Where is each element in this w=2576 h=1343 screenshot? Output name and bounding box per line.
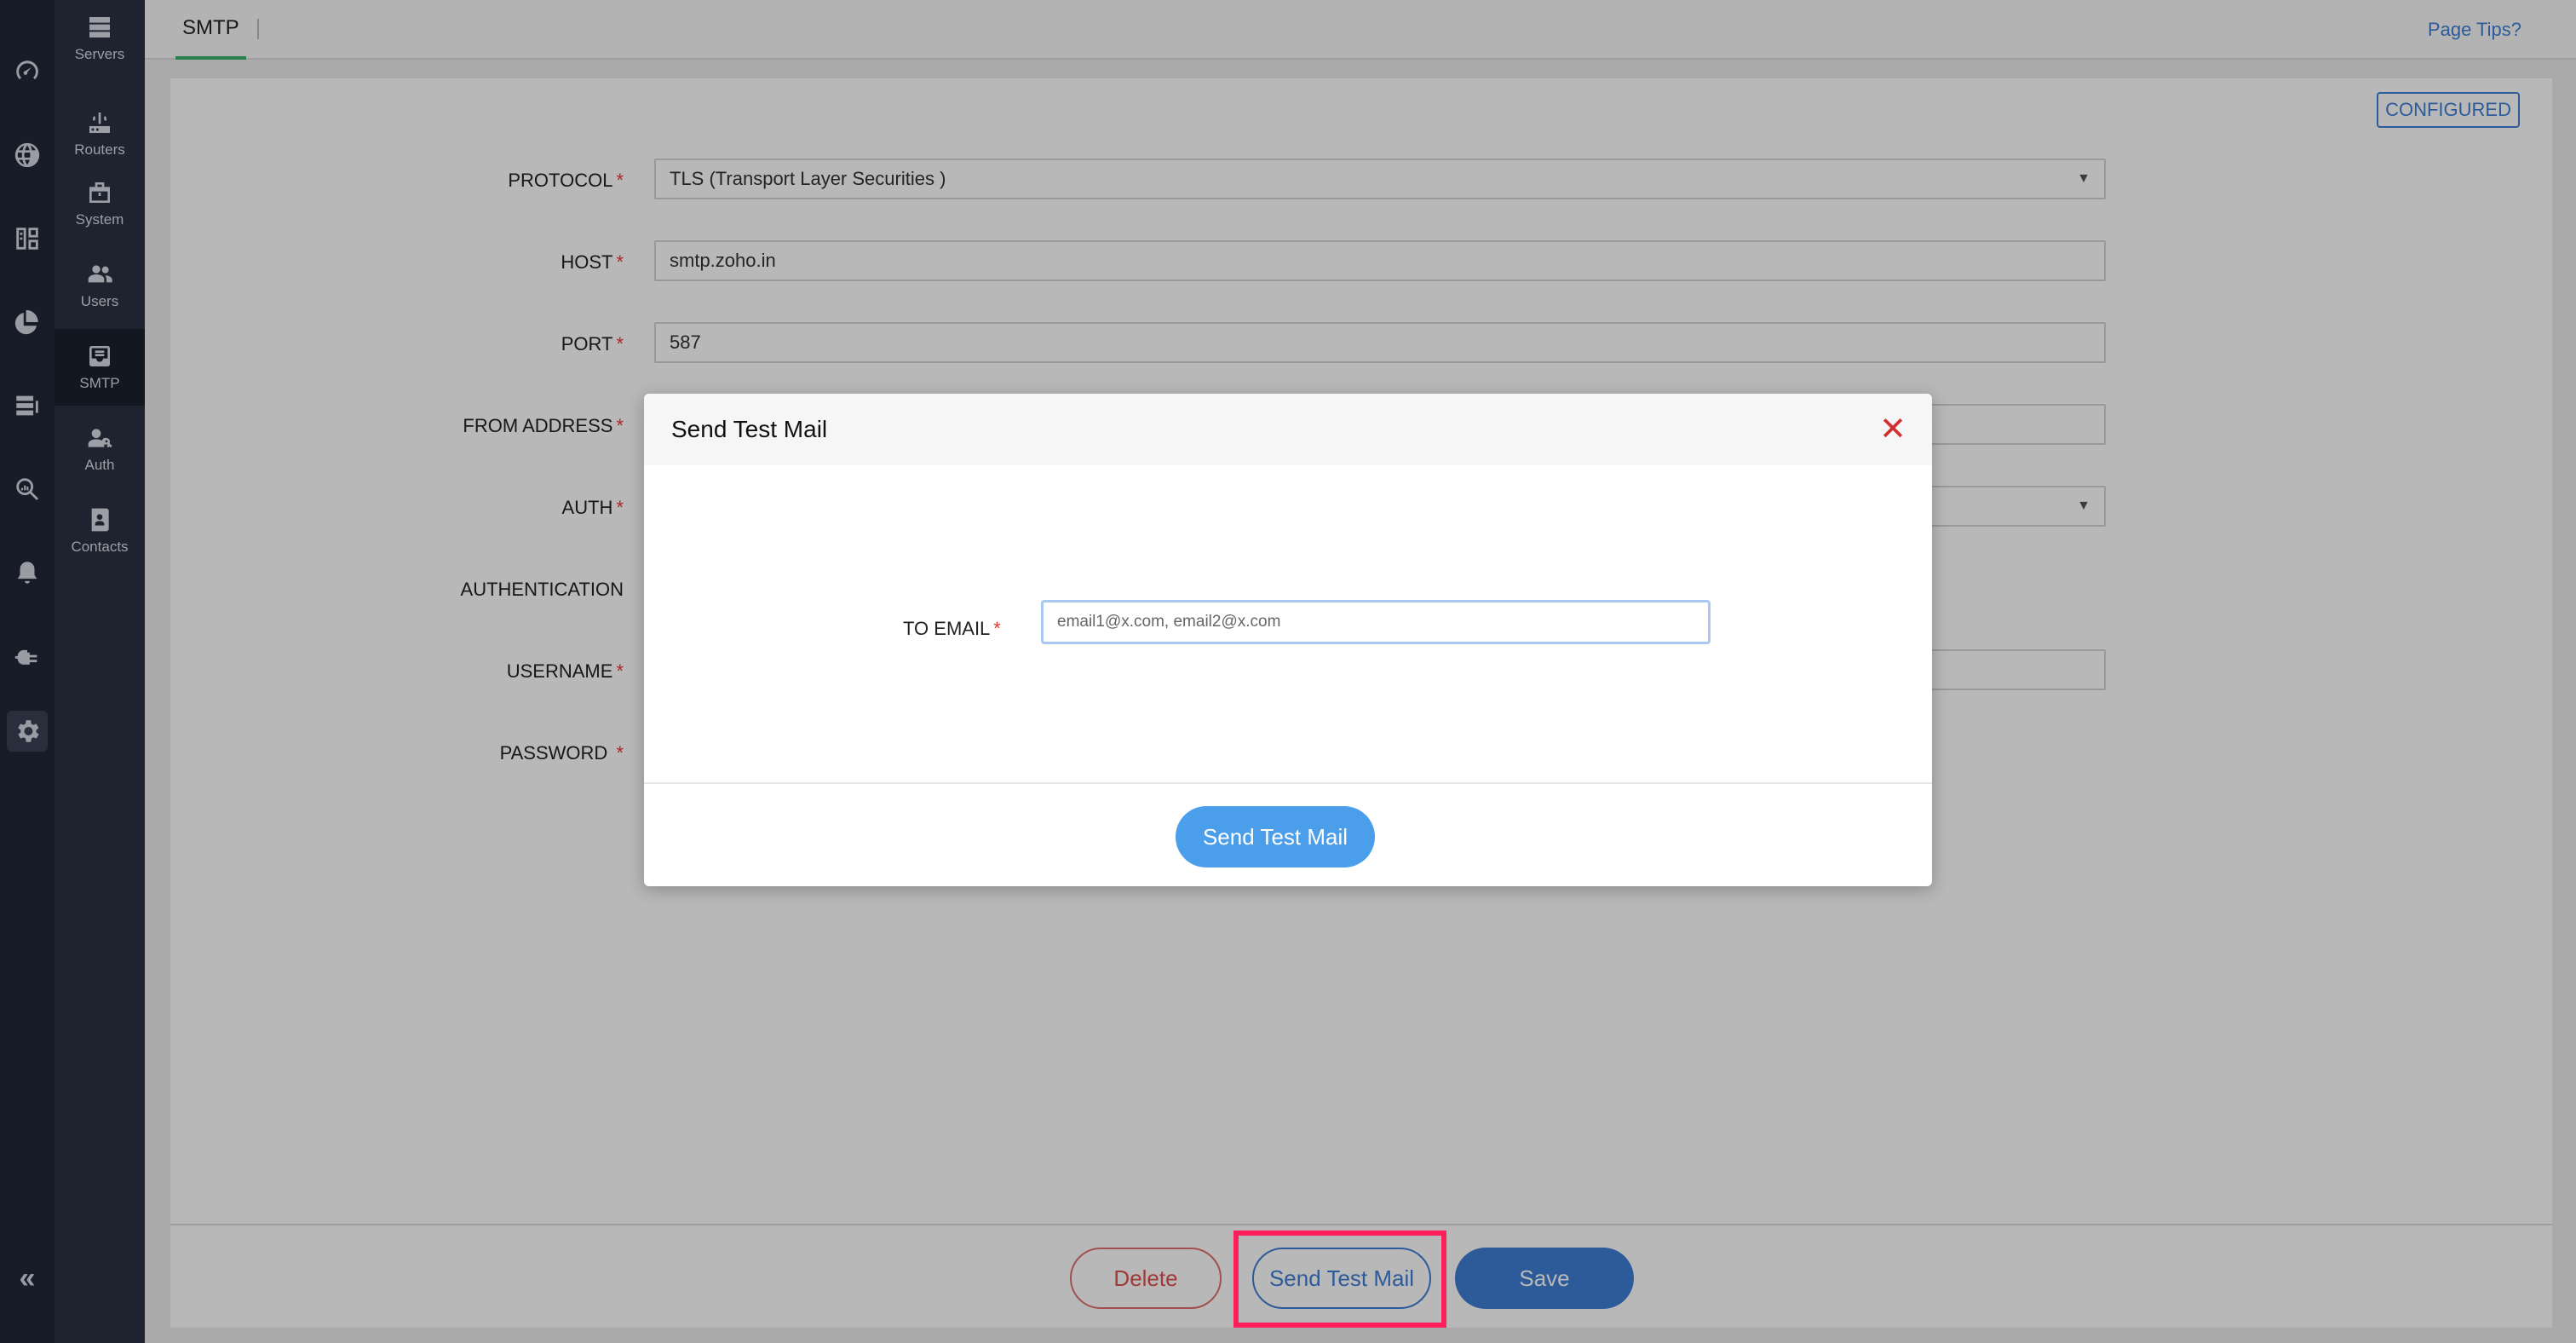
highlight-box [1233,1231,1446,1328]
dialog-title: Send Test Mail [671,416,828,442]
dialog-header: Send Test Mail ✕ [644,394,1932,465]
to-email-input[interactable] [1041,600,1711,644]
dialog-send-test-mail-button[interactable]: Send Test Mail [1176,806,1375,867]
dialog-footer: Send Test Mail [644,782,1932,886]
close-icon[interactable]: ✕ [1876,412,1910,447]
send-test-mail-dialog: Send Test Mail ✕ TO EMAIL* Send Test Mai… [644,394,1932,886]
to-email-label: TO EMAIL * [903,618,1001,639]
